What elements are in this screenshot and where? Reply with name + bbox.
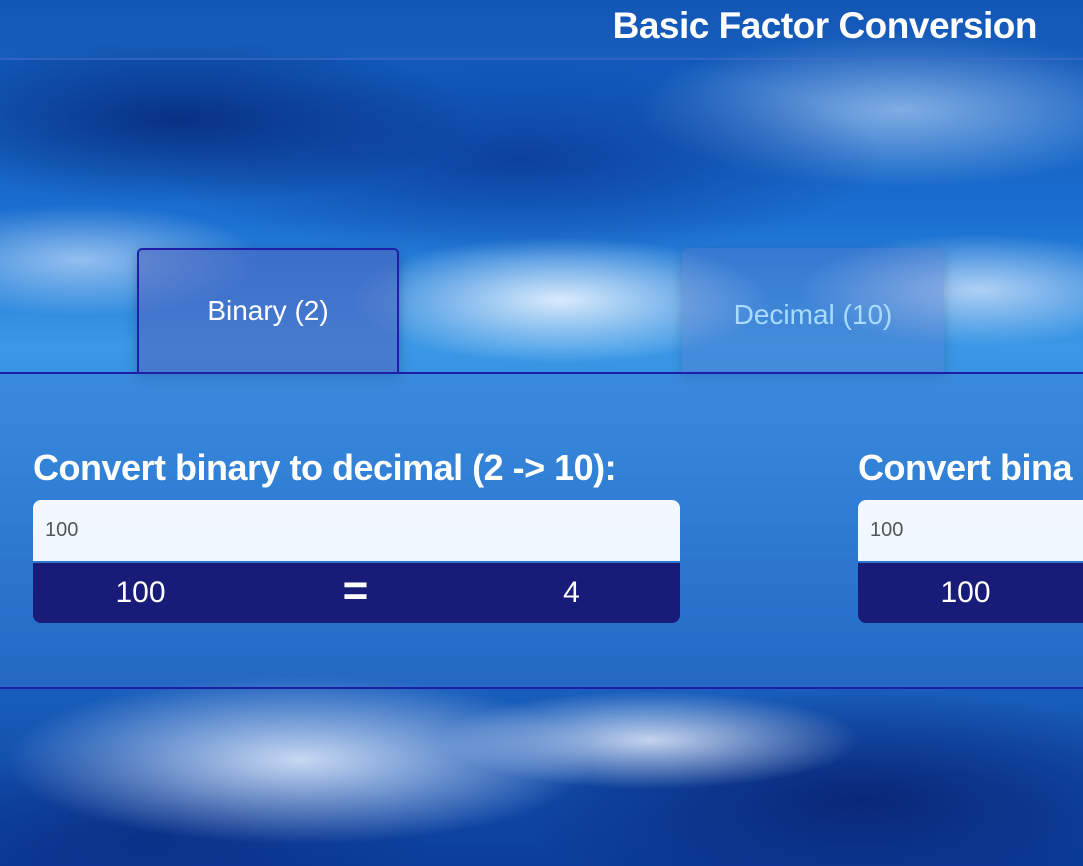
binary-input-field[interactable]: [33, 500, 680, 561]
converter-second: Convert bina 100: [858, 446, 1083, 623]
tab-decimal[interactable]: Decimal (10): [682, 248, 944, 372]
tab-decimal-label: Decimal (10): [733, 299, 893, 330]
result-output-value: 4: [563, 576, 580, 609]
result-input-value: 100: [115, 576, 166, 609]
second-input-field[interactable]: [858, 500, 1083, 561]
page-root: Basic Factor Conversion Binary (2) Decim…: [0, 0, 1083, 866]
result-input-value: 100: [940, 576, 991, 609]
converter-heading: Convert binary to decimal (2 -> 10):: [33, 447, 617, 488]
converter-binary-to-decimal: Convert binary to decimal (2 -> 10): 100…: [33, 446, 680, 623]
top-bar: Basic Factor Conversion: [0, 0, 1083, 60]
tab-binary-label: Binary (2): [207, 295, 329, 326]
converter-heading: Convert bina: [858, 447, 1073, 488]
page-title: Basic Factor Conversion: [612, 5, 1038, 46]
tab-binary[interactable]: Binary (2): [137, 248, 399, 372]
conversion-result-bar: 100: [858, 563, 1083, 623]
equals-sign: =: [342, 566, 369, 615]
converter-panel: Convert binary to decimal (2 -> 10): 100…: [0, 372, 1083, 689]
conversion-result-bar: 100 = 4: [33, 563, 680, 623]
